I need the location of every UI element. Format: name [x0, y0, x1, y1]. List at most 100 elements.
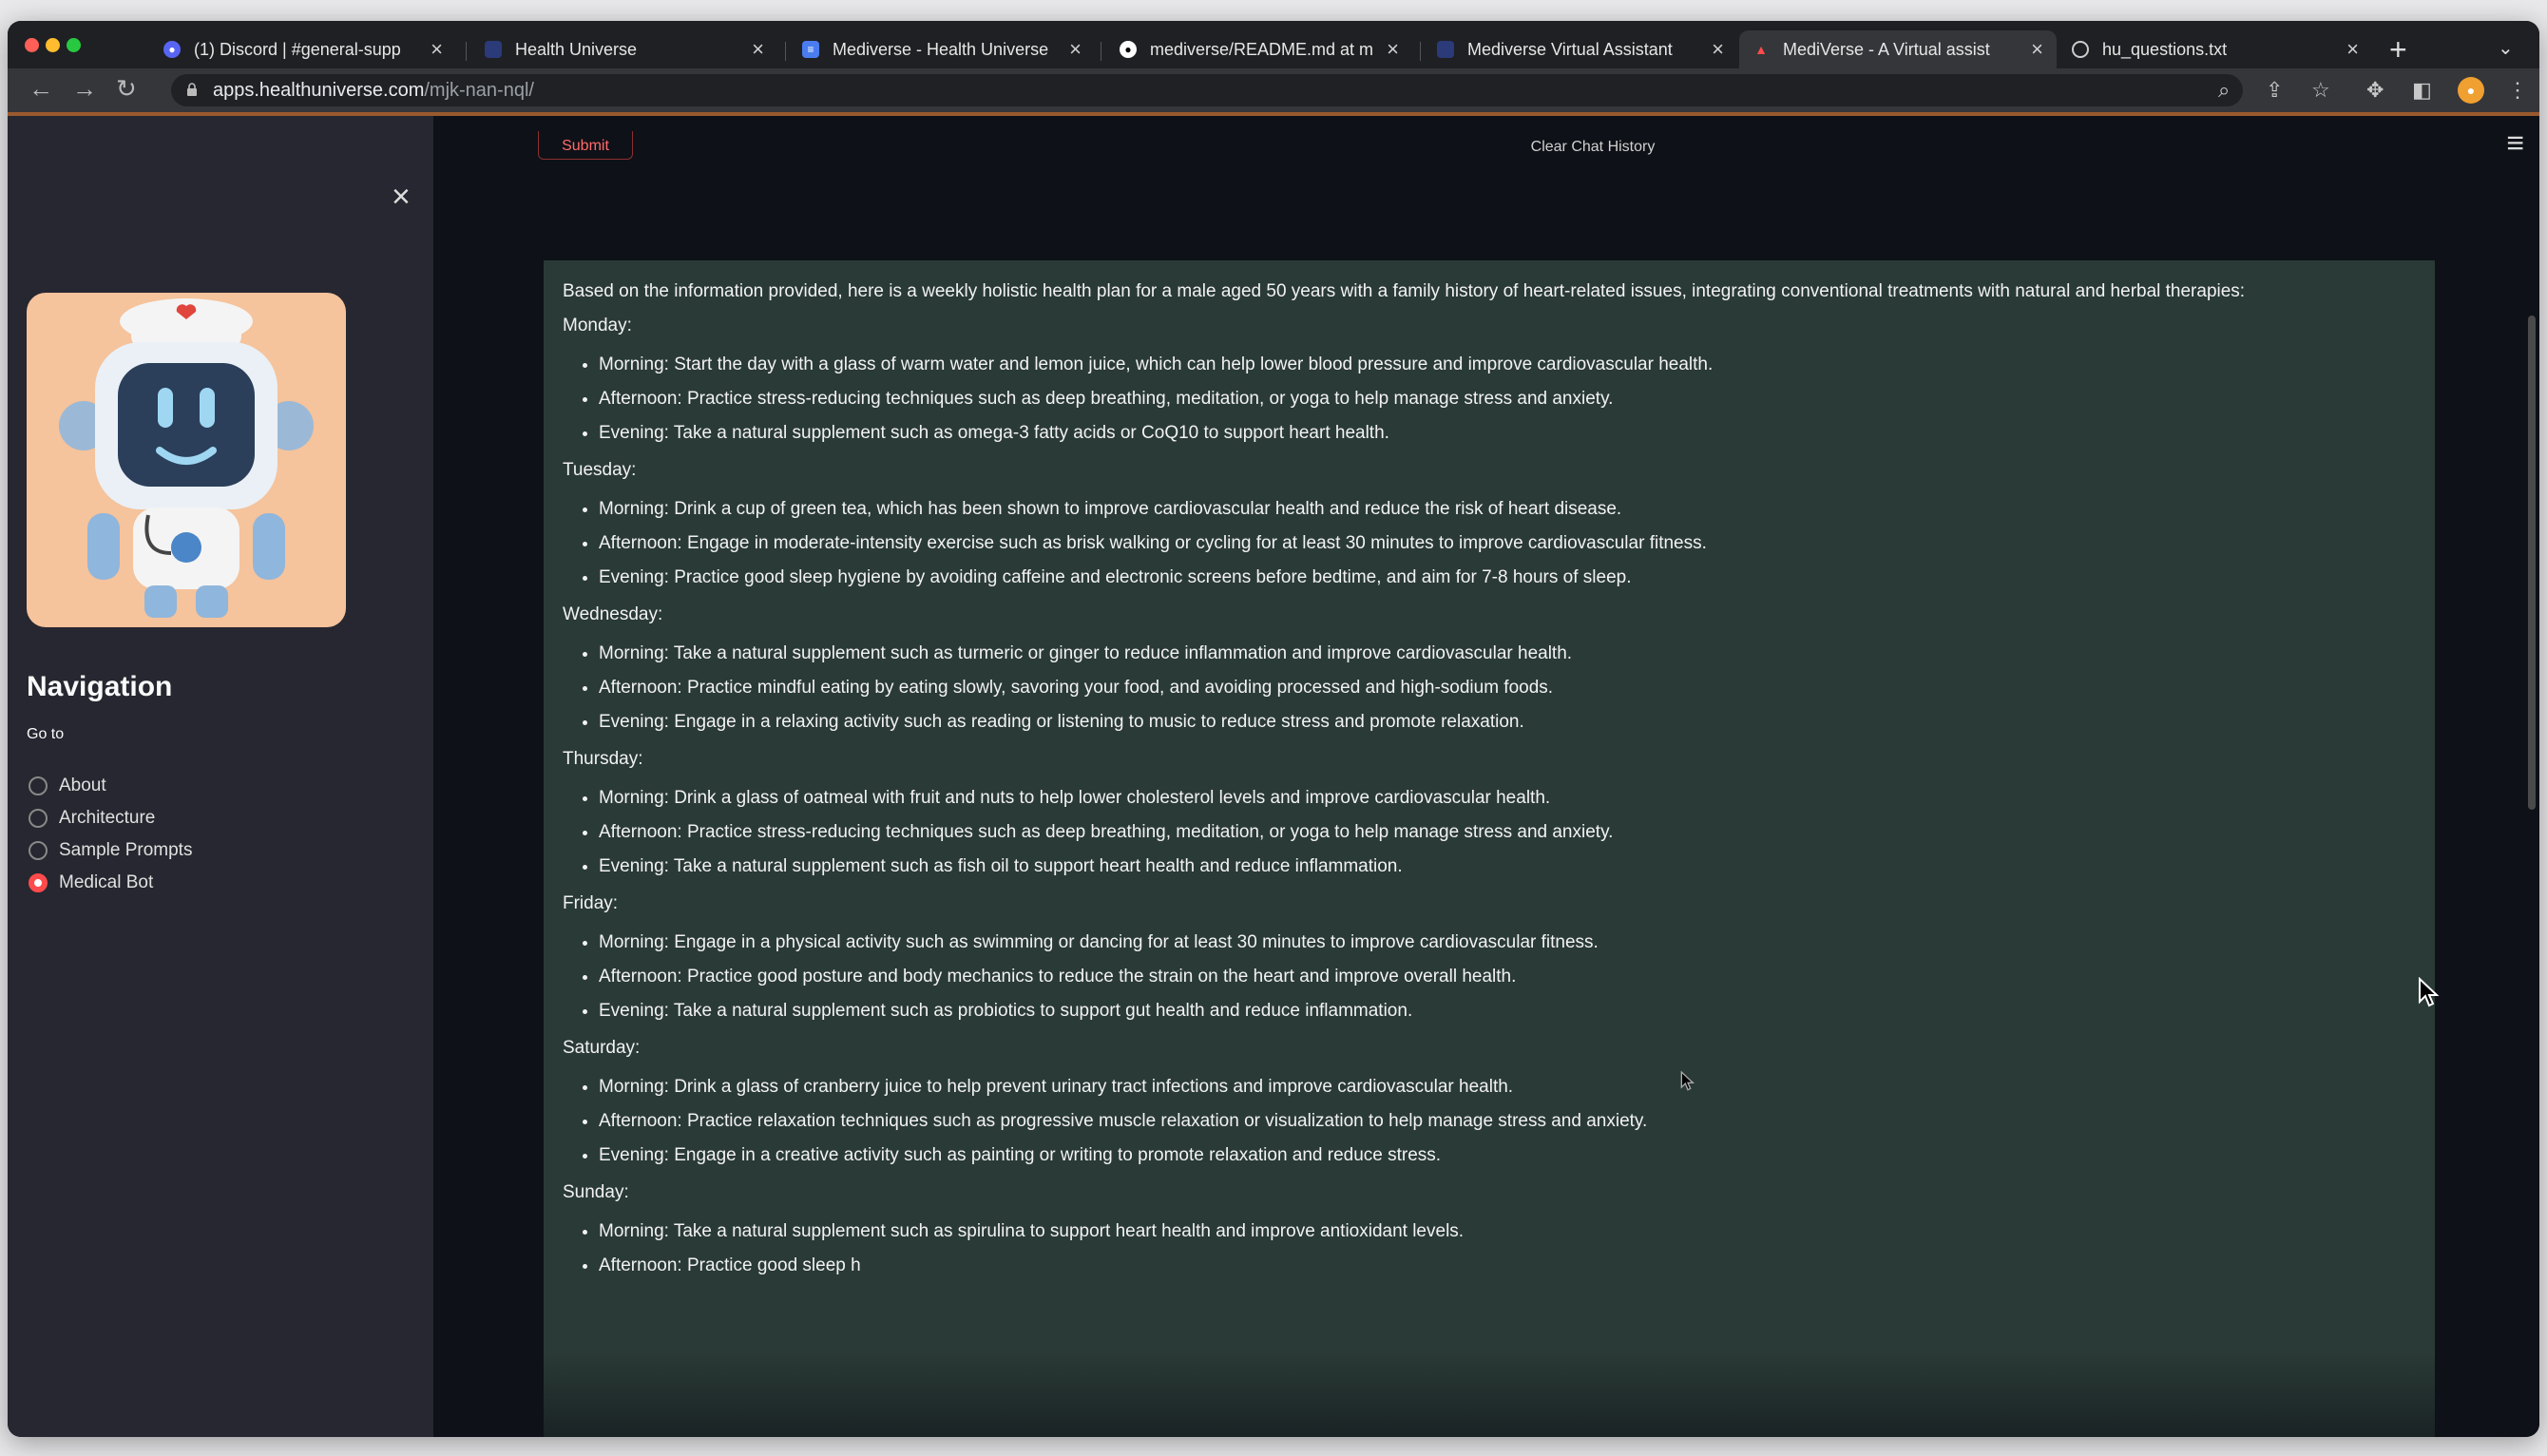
url-host: apps.healthuniverse.com [213, 80, 425, 101]
activity-item: Morning: Drink a cup of green tea, which… [599, 492, 2416, 527]
url-path: /mjk-nan-nql/ [424, 80, 534, 101]
close-tab-icon[interactable]: × [2031, 37, 2043, 62]
close-tab-icon[interactable]: × [1712, 37, 1724, 62]
browser-tab-active[interactable]: ▲ MediVerse - A Virtual assist × [1739, 30, 2057, 68]
scrollbar[interactable] [2528, 316, 2536, 810]
health-universe-icon [485, 41, 502, 58]
radio-label: About [59, 776, 106, 795]
browser-tab[interactable]: ● (1) Discord | #general-supp × [150, 30, 456, 68]
browser-menu-icon[interactable]: ⋮ [2507, 78, 2528, 103]
minimize-window-button[interactable] [46, 38, 60, 52]
activity-item: Evening: Engage in a creative activity s… [599, 1139, 2416, 1173]
day-heading: Friday: [563, 893, 619, 913]
document-icon: ≡ [802, 41, 819, 58]
day-heading: Saturday: [563, 1038, 641, 1058]
radio-label: Sample Prompts [59, 840, 193, 860]
activity-item: Morning: Start the day with a glass of w… [599, 348, 2416, 382]
tab-label: Health Universe [515, 39, 638, 59]
search-icon[interactable]: ⌕ [2218, 78, 2230, 103]
browser-tab[interactable]: Health Universe × [471, 30, 777, 68]
chevron-down-icon[interactable]: ⌄ [2498, 36, 2514, 60]
profile-avatar[interactable]: ● [2458, 77, 2484, 104]
weekly-plan: Monday: Morning: Start the day with a gla… [563, 314, 2416, 1283]
day-activity-list: Morning: Drink a glass of cranberry juic… [563, 1070, 2416, 1173]
tab-strip: ● (1) Discord | #general-supp × Health U… [8, 21, 2539, 68]
browser-tab[interactable]: hu_questions.txt × [2059, 30, 2372, 68]
activity-item: Afternoon: Practice good posture and bod… [599, 960, 2416, 994]
day-activity-list: Morning: Drink a cup of green tea, which… [563, 492, 2416, 595]
github-icon: ● [1120, 41, 1137, 58]
clear-chat-history-button[interactable]: Clear Chat History [1488, 131, 1697, 160]
tab-label: mediverse/README.md at m [1150, 39, 1374, 59]
response-intro: Based on the information provided, here … [563, 281, 2246, 301]
radio-sample-prompts[interactable]: Sample Prompts [29, 840, 192, 861]
activity-item: Afternoon: Engage in moderate-intensity … [599, 527, 2416, 561]
activity-item: Morning: Drink a glass of oatmeal with f… [599, 781, 2416, 815]
close-sidebar-icon[interactable]: × [392, 179, 411, 216]
day-activity-list: Morning: Take a natural supplement such … [563, 1215, 2416, 1283]
day-heading: Tuesday: [563, 460, 637, 480]
close-tab-icon[interactable]: × [1387, 37, 1399, 62]
activity-item: Evening: Take a natural supplement such … [599, 994, 2416, 1028]
url-text: apps.healthuniverse.com/mjk-nan-nql/ [213, 80, 534, 102]
activity-item: Evening: Engage in a relaxing activity s… [599, 705, 2416, 739]
activity-item: Afternoon: Practice relaxation technique… [599, 1104, 2416, 1139]
day-heading: Sunday: [563, 1182, 629, 1202]
forward-button[interactable]: → [72, 74, 97, 104]
submit-button[interactable]: Submit [538, 131, 633, 160]
streamlit-icon: ▲ [1754, 42, 1768, 57]
close-window-button[interactable] [25, 38, 39, 52]
activity-item: Afternoon: Practice good sleep h [599, 1249, 2416, 1283]
close-tab-icon[interactable]: × [752, 37, 764, 62]
menu-icon[interactable]: ≡ [2506, 125, 2524, 161]
radio-circle-selected [29, 873, 48, 892]
day-activity-list: Morning: Start the day with a glass of w… [563, 348, 2416, 450]
activity-item: Morning: Drink a glass of cranberry juic… [599, 1070, 2416, 1104]
globe-icon [2072, 41, 2089, 58]
activity-item: Afternoon: Practice mindful eating by ea… [599, 671, 2416, 705]
activity-item: Afternoon: Practice stress-reducing tech… [599, 382, 2416, 416]
sidebar-toggle-icon[interactable]: ◧ [2412, 78, 2432, 103]
new-tab-button[interactable]: + [2389, 32, 2407, 67]
tab-label: hu_questions.txt [2102, 39, 2228, 59]
day-activity-list: Morning: Engage in a physical activity s… [563, 926, 2416, 1028]
sidebar: × Navigation Go to About Architecture Sa… [8, 116, 433, 1437]
activity-item: Evening: Take a natural supplement such … [599, 850, 2416, 884]
discord-icon: ● [163, 41, 181, 58]
browser-tab[interactable]: Mediverse Virtual Assistant × [1424, 30, 1737, 68]
activity-item: Evening: Practice good sleep hygiene by … [599, 561, 2416, 595]
activity-item: Afternoon: Practice stress-reducing tech… [599, 815, 2416, 850]
tab-label: MediVerse - A Virtual assist [1783, 39, 1990, 59]
tab-label: Mediverse Virtual Assistant [1467, 39, 1673, 59]
radio-about[interactable]: About [29, 776, 106, 796]
mouse-cursor-icon [1680, 1070, 1695, 1091]
health-universe-icon [1437, 41, 1454, 58]
close-tab-icon[interactable]: × [2346, 37, 2359, 62]
mouse-cursor-icon [2419, 977, 2440, 1007]
close-tab-icon[interactable]: × [431, 37, 443, 62]
radio-label: Architecture [59, 808, 156, 828]
browser-window: ● (1) Discord | #general-supp × Health U… [8, 21, 2539, 1437]
address-bar[interactable]: apps.healthuniverse.com/mjk-nan-nql/ [171, 74, 2243, 106]
activity-item: Morning: Take a natural supplement such … [599, 637, 2416, 671]
radio-circle [29, 776, 48, 795]
share-icon[interactable]: ⇪ [2266, 78, 2283, 103]
browser-tab[interactable]: ≡ Mediverse - Health Universe × [789, 30, 1095, 68]
goto-label: Go to [27, 726, 65, 742]
back-button[interactable]: ← [29, 74, 53, 104]
activity-item: Evening: Take a natural supplement such … [599, 416, 2416, 450]
bot-response: Based on the information provided, here … [544, 260, 2435, 1437]
extensions-icon[interactable]: ✥ [2366, 78, 2384, 103]
close-tab-icon[interactable]: × [1069, 37, 1082, 62]
radio-architecture[interactable]: Architecture [29, 808, 155, 829]
day-activity-list: Morning: Drink a glass of oatmeal with f… [563, 781, 2416, 884]
star-icon[interactable]: ☆ [2311, 78, 2330, 103]
radio-circle [29, 809, 48, 828]
maximize-window-button[interactable] [67, 38, 81, 52]
day-heading: Wednesday: [563, 604, 663, 624]
reload-button[interactable]: ↻ [116, 74, 137, 104]
tab-label: (1) Discord | #general-supp [194, 39, 401, 59]
radio-medical-bot[interactable]: Medical Bot [29, 872, 153, 893]
lock-icon [187, 83, 197, 96]
browser-tab[interactable]: ● mediverse/README.md at m × [1106, 30, 1412, 68]
